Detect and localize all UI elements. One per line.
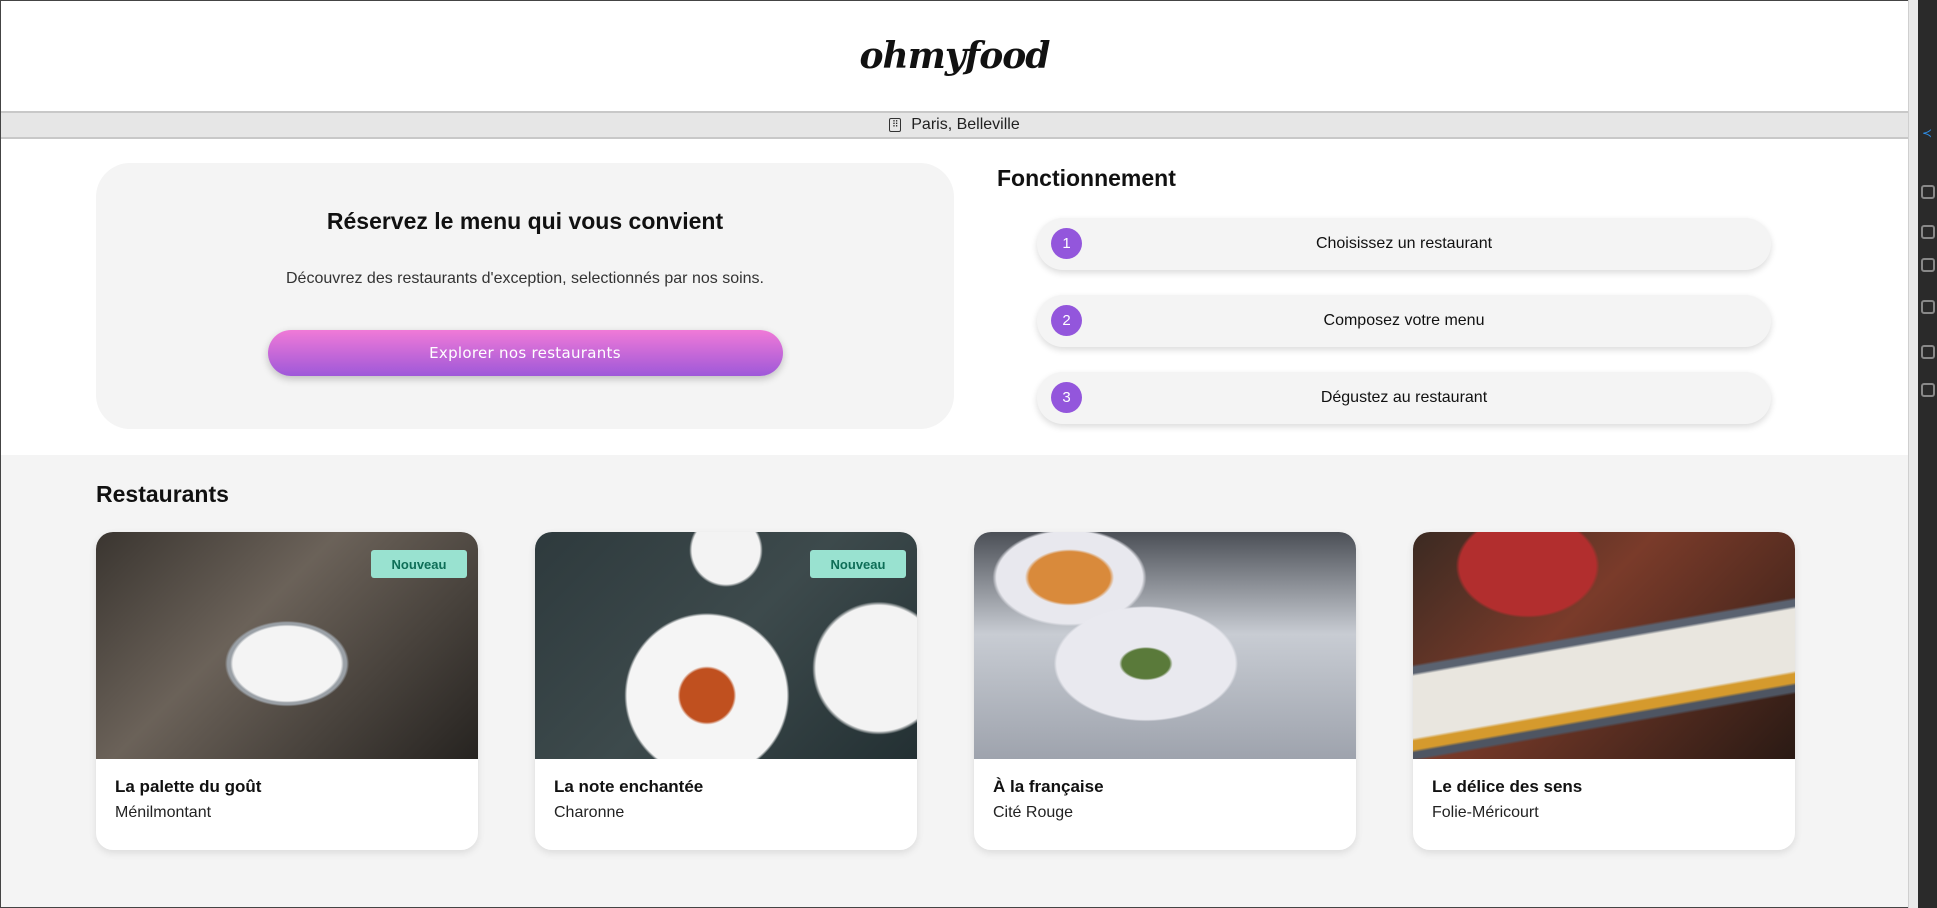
restaurant-photo: Nouveau (96, 532, 478, 759)
restaurant-name: À la française (993, 777, 1104, 796)
debug-icon (1921, 300, 1935, 314)
location-bar: ⠿ Paris, Belleville (1, 111, 1908, 139)
restaurant-area: Folie-Méricourt (1432, 804, 1539, 821)
step-number: 2 (1051, 305, 1082, 336)
restaurant-card-francaise[interactable]: À la française Cité Rouge (974, 532, 1356, 850)
restaurant-card-palette[interactable]: Nouveau La palette du goût Ménilmontant (96, 532, 478, 850)
step-1: 1 Choisissez un restaurant (1037, 218, 1771, 270)
step-number: 1 (1051, 228, 1082, 259)
extensions-icon (1921, 345, 1935, 359)
restaurant-name: Le délice des sens (1432, 777, 1583, 796)
step-2: 2 Composez votre menu (1037, 295, 1771, 347)
how-title: Fonctionnement (997, 165, 1176, 191)
restaurant-area: Charonne (554, 804, 625, 821)
restaurant-photo: Nouveau (535, 532, 917, 759)
side-window-edge: ≺ (1908, 0, 1937, 908)
explore-restaurants-button[interactable]: Explorer nos restaurants (267, 330, 783, 376)
step-label: Dégustez au restaurant (1320, 389, 1488, 406)
restaurant-card-delice[interactable]: Le délice des sens Folie-Méricourt (1413, 532, 1795, 850)
site-header: ohmyfood (1, 1, 1908, 111)
restaurant-card-note[interactable]: Nouveau La note enchantée Charonne (535, 532, 917, 850)
map-pin-icon: ⠿ (889, 118, 902, 132)
location-label: Paris, Belleville (911, 116, 1020, 133)
restaurant-name: La note enchantée (554, 777, 704, 796)
branch-icon (1921, 258, 1935, 272)
file-icon (1921, 185, 1935, 199)
new-badge: Nouveau (810, 550, 906, 578)
restaurant-area: Ménilmontant (115, 804, 212, 821)
remote-icon (1921, 383, 1935, 397)
restaurant-name: La palette du goût (115, 777, 262, 796)
logo[interactable]: ohmyfood (860, 35, 1051, 77)
hero-title: Réservez le menu qui vous convient (326, 208, 724, 234)
hero-card: Réservez le menu qui vous convient Décou… (96, 163, 954, 429)
step-3: 3 Dégustez au restaurant (1037, 372, 1771, 424)
search-icon (1921, 225, 1935, 239)
restaurants-grid: Nouveau La palette du goût Ménilmontant … (96, 532, 1795, 850)
restaurant-photo (974, 532, 1356, 759)
page: ohmyfood ⠿ Paris, Belleville Réservez le… (0, 0, 1908, 908)
restaurant-photo (1413, 532, 1795, 759)
hero-subtitle: Découvrez des restaurants d'exception, s… (286, 270, 764, 287)
step-label: Composez votre menu (1323, 312, 1485, 329)
how-it-works: Fonctionnement 1 Choisissez un restauran… (997, 163, 1777, 424)
scrollbar[interactable] (1908, 0, 1918, 908)
step-label: Choisissez un restaurant (1315, 235, 1493, 252)
new-badge: Nouveau (371, 550, 467, 578)
restaurants-section: Restaurants Nouveau La palette du goût M… (1, 455, 1908, 907)
step-number: 3 (1051, 382, 1082, 413)
restaurants-title: Restaurants (96, 481, 229, 507)
vscode-icon: ≺ (1922, 126, 1933, 140)
top-section: Réservez le menu qui vous convient Décou… (1, 139, 1908, 455)
restaurant-area: Cité Rouge (993, 804, 1074, 821)
